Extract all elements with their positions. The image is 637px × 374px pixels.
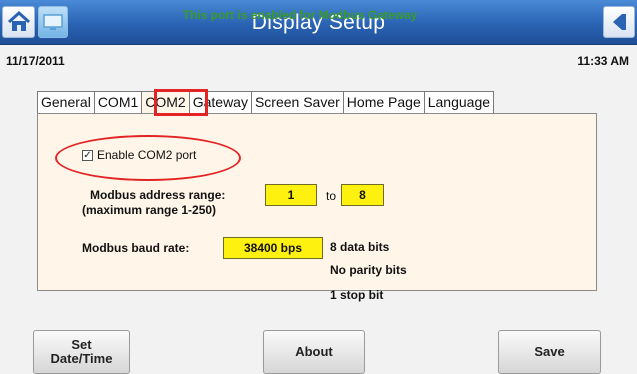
address-range-label: Modbus address range: (90, 188, 226, 202)
time-display: 11:33 AM (577, 54, 629, 68)
stop-bits-text: 1 stop bit (330, 288, 384, 302)
tab-general[interactable]: General (37, 92, 94, 114)
baud-rate-label: Modbus baud rate: (82, 241, 190, 255)
tab-com2[interactable]: COM2 (141, 92, 189, 114)
address-from-field[interactable]: 1 (265, 184, 317, 206)
data-bits-text: 8 data bits (330, 240, 390, 254)
display-setup-screen: Display Setup 11/17/2011 11:33 AM Genera… (0, 0, 637, 374)
title-bar: Display Setup (0, 0, 637, 45)
tab-home-page[interactable]: Home Page (342, 92, 424, 114)
set-datetime-line1: Set (71, 337, 92, 352)
enable-com2-checkbox[interactable]: ✓ Enable COM2 port (82, 148, 196, 162)
set-datetime-line2: Date/Time (50, 351, 113, 366)
back-button[interactable] (603, 6, 635, 38)
back-arrow-icon (613, 14, 626, 30)
com2-settings-panel (37, 113, 597, 291)
set-datetime-label: Set Date/Time (51, 338, 113, 366)
tab-com1[interactable]: COM1 (93, 92, 142, 114)
tab-language[interactable]: Language (423, 92, 495, 114)
page-title: Display Setup (251, 11, 386, 34)
address-range-hint: (maximum range 1-250) (82, 203, 217, 217)
tab-strip: General COM1 COM2 Gateway Screen Saver H… (37, 91, 495, 114)
about-button[interactable]: About (263, 330, 365, 374)
enable-com2-label: Enable COM2 port (97, 148, 197, 162)
set-datetime-button[interactable]: Set Date/Time (33, 330, 130, 374)
date-display: 11/17/2011 (6, 54, 65, 68)
tab-gateway[interactable]: Gateway (188, 92, 251, 114)
parity-text: No parity bits (330, 263, 407, 277)
address-to-label: to (326, 189, 337, 203)
address-to-field[interactable]: 8 (341, 184, 384, 206)
gateway-status-message: This port is enabled for Modbus Gateway (182, 8, 418, 22)
baud-rate-field[interactable]: 38400 bps (223, 237, 323, 259)
checkbox-checkmark-icon[interactable]: ✓ (82, 149, 93, 161)
save-button[interactable]: Save (498, 330, 601, 374)
tab-screen-saver[interactable]: Screen Saver (250, 92, 343, 114)
